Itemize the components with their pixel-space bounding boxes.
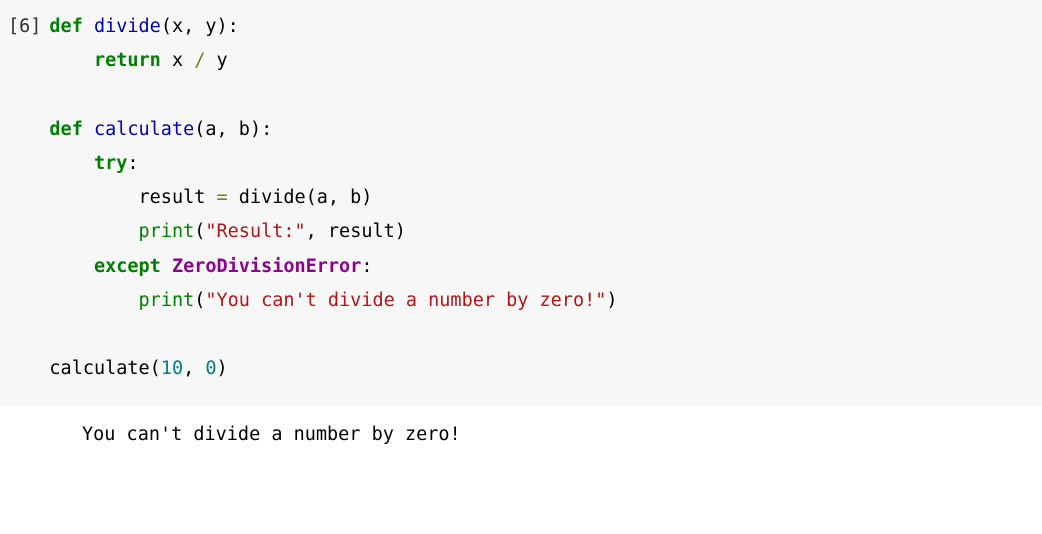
notebook-cell: [6] def divide(x, y): return x / y def c… [0, 0, 1042, 461]
execution-count: [6] [8, 10, 49, 386]
output-area: You can't divide a number by zero! [0, 406, 1042, 460]
input-area: [6] def divide(x, y): return x / y def c… [0, 0, 1042, 406]
code-block[interactable]: def divide(x, y): return x / y def calcu… [49, 10, 617, 386]
cell-output: You can't divide a number by zero! [54, 418, 461, 452]
output-prompt [8, 418, 54, 452]
